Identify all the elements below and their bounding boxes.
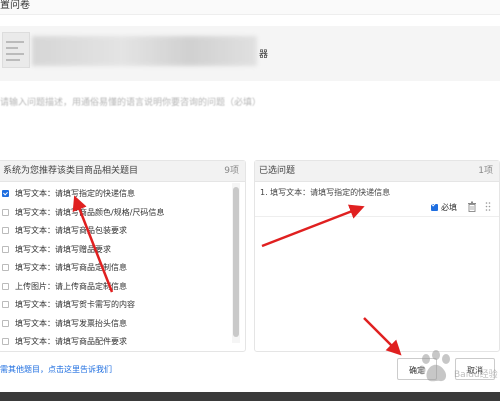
description-input[interactable]: 请输入问题描述，用通俗易懂的语言说明你要咨询的问题（必填） <box>0 95 261 108</box>
question-label: 填写文本：请填写指定的快递信息 <box>15 189 135 198</box>
drag-handle-icon[interactable] <box>485 201 491 212</box>
question-option[interactable]: 填写文本：请填写贺卡需写的内容 <box>0 296 231 315</box>
recommended-count: 9项 <box>224 166 239 176</box>
request-other-questions-link[interactable]: 需其他题目，点击这里告诉我们 <box>0 364 112 375</box>
dialog-title: 置问卷 <box>0 0 30 11</box>
question-option[interactable]: 填写文本：请填写商品包装要求 <box>0 222 231 241</box>
dialog-title-bar: 置问卷 <box>0 0 500 15</box>
selected-questions-panel: 已选问题 1项 1. 填写文本：请填写指定的快递信息 必填 <box>254 160 500 352</box>
bottom-strip <box>0 392 500 401</box>
question-checkbox[interactable] <box>2 264 9 271</box>
question-checkbox[interactable] <box>2 282 9 290</box>
selected-question-item: 1. 填写文本：请填写指定的快递信息 <box>260 188 391 197</box>
question-option[interactable]: 上传图片：请上传商品定制信息 <box>0 278 231 297</box>
question-option[interactable]: 填写文本：请填写商品配件要求 <box>0 333 231 352</box>
question-label: 填写文本：请填写贺卡需写的内容 <box>15 300 135 309</box>
required-label: 必填 <box>441 203 457 212</box>
recommended-panel-header: 系统为您推荐该类目商品相关题目 9项 <box>0 161 245 182</box>
question-option[interactable]: 填写文本：请填写赠品要求 <box>0 241 231 260</box>
question-option[interactable]: 填写文本：请填写指定的快递信息 <box>0 185 231 204</box>
question-label: 填写文本：请填写商品定制信息 <box>15 263 127 272</box>
recommended-question-list: 填写文本：请填写指定的快递信息 填写文本：请填写商品颜色/规格/尺码信息 填写文… <box>0 185 231 352</box>
question-list-scrollbar[interactable] <box>232 183 240 343</box>
trash-icon[interactable] <box>467 201 477 212</box>
question-option[interactable]: 填写文本：请填写商品定制信息 <box>0 259 231 278</box>
question-label: 填写文本：请填写发票抬头信息 <box>15 318 127 328</box>
question-checkbox[interactable] <box>2 319 9 327</box>
question-label: 填写文本：请填写商品包装要求 <box>15 226 127 235</box>
product-name: 器 <box>259 50 269 60</box>
product-thumbnail <box>2 32 30 68</box>
required-checkbox[interactable] <box>431 204 438 211</box>
selected-panel-header: 已选问题 1项 <box>255 161 499 182</box>
question-checkbox[interactable] <box>2 338 9 345</box>
question-checkbox[interactable] <box>2 190 9 197</box>
question-label: 填写文本：请填写商品配件要求 <box>15 337 127 346</box>
question-option[interactable]: 填写文本：请填写商品颜色/规格/尺码信息 <box>0 204 231 223</box>
selected-panel-title: 已选问题 <box>259 166 296 176</box>
scrollbar-thumb[interactable] <box>233 187 239 337</box>
question-label: 填写文本：请填写赠品要求 <box>15 244 111 254</box>
required-toggle[interactable]: 必填 <box>431 202 457 213</box>
question-label: 上传图片：请上传商品定制信息 <box>15 281 127 291</box>
question-checkbox[interactable] <box>2 301 9 308</box>
recommended-panel-title: 系统为您推荐该类目商品相关题目 <box>3 166 139 176</box>
selected-item-divider <box>255 216 499 217</box>
cancel-button[interactable]: 取消 <box>455 358 495 380</box>
question-option[interactable]: 填写文本：请填写发票抬头信息 <box>0 315 231 334</box>
recommended-questions-panel: 系统为您推荐该类目商品相关题目 9项 填写文本：请填写指定的快递信息 填写文本：… <box>0 160 246 352</box>
product-title-blurred <box>32 36 257 66</box>
question-checkbox[interactable] <box>2 227 9 234</box>
question-checkbox[interactable] <box>2 208 9 216</box>
selected-count: 1项 <box>478 166 493 176</box>
confirm-button[interactable]: 确定 <box>397 358 437 380</box>
question-checkbox[interactable] <box>2 245 9 253</box>
question-label: 填写文本：请填写商品颜色/规格/尺码信息 <box>15 207 165 217</box>
